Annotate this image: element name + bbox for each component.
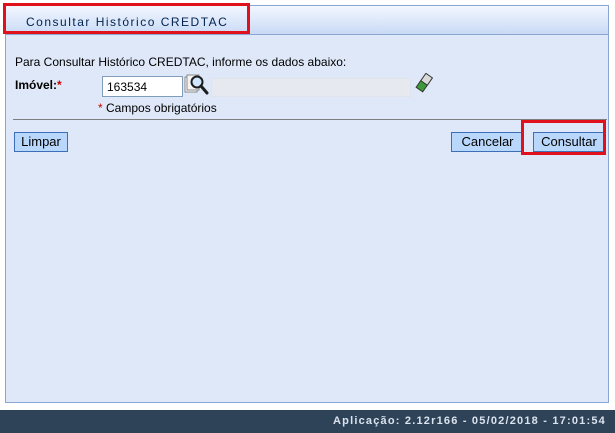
imovel-label: Imóvel:* [15,78,62,92]
required-asterisk: * [57,78,62,92]
form-panel: Consultar Histórico CREDTAC Para Consult… [5,5,609,403]
submit-highlight-box [521,120,606,155]
footer-bar: Aplicação: 2.12r166 - 05/02/2018 - 17:01… [0,410,615,433]
divider [13,119,607,120]
imovel-input[interactable] [102,76,183,97]
app-version-info: Aplicação: 2.12r166 - 05/02/2018 - 17:01… [333,415,606,427]
cancel-button[interactable]: Cancelar [451,132,524,152]
imovel-label-text: Imóvel: [15,78,58,92]
eraser-icon[interactable] [415,72,434,93]
form-instructions: Para Consultar Histórico CREDTAC, inform… [15,55,347,69]
imovel-description-field [211,78,411,97]
required-note-text: Campos obrigatórios [102,101,217,115]
required-fields-note: * Campos obrigatórios [98,101,217,115]
magnifier-search-icon[interactable] [184,73,210,97]
clear-button[interactable]: Limpar [14,132,68,152]
title-highlight-box [3,3,250,34]
